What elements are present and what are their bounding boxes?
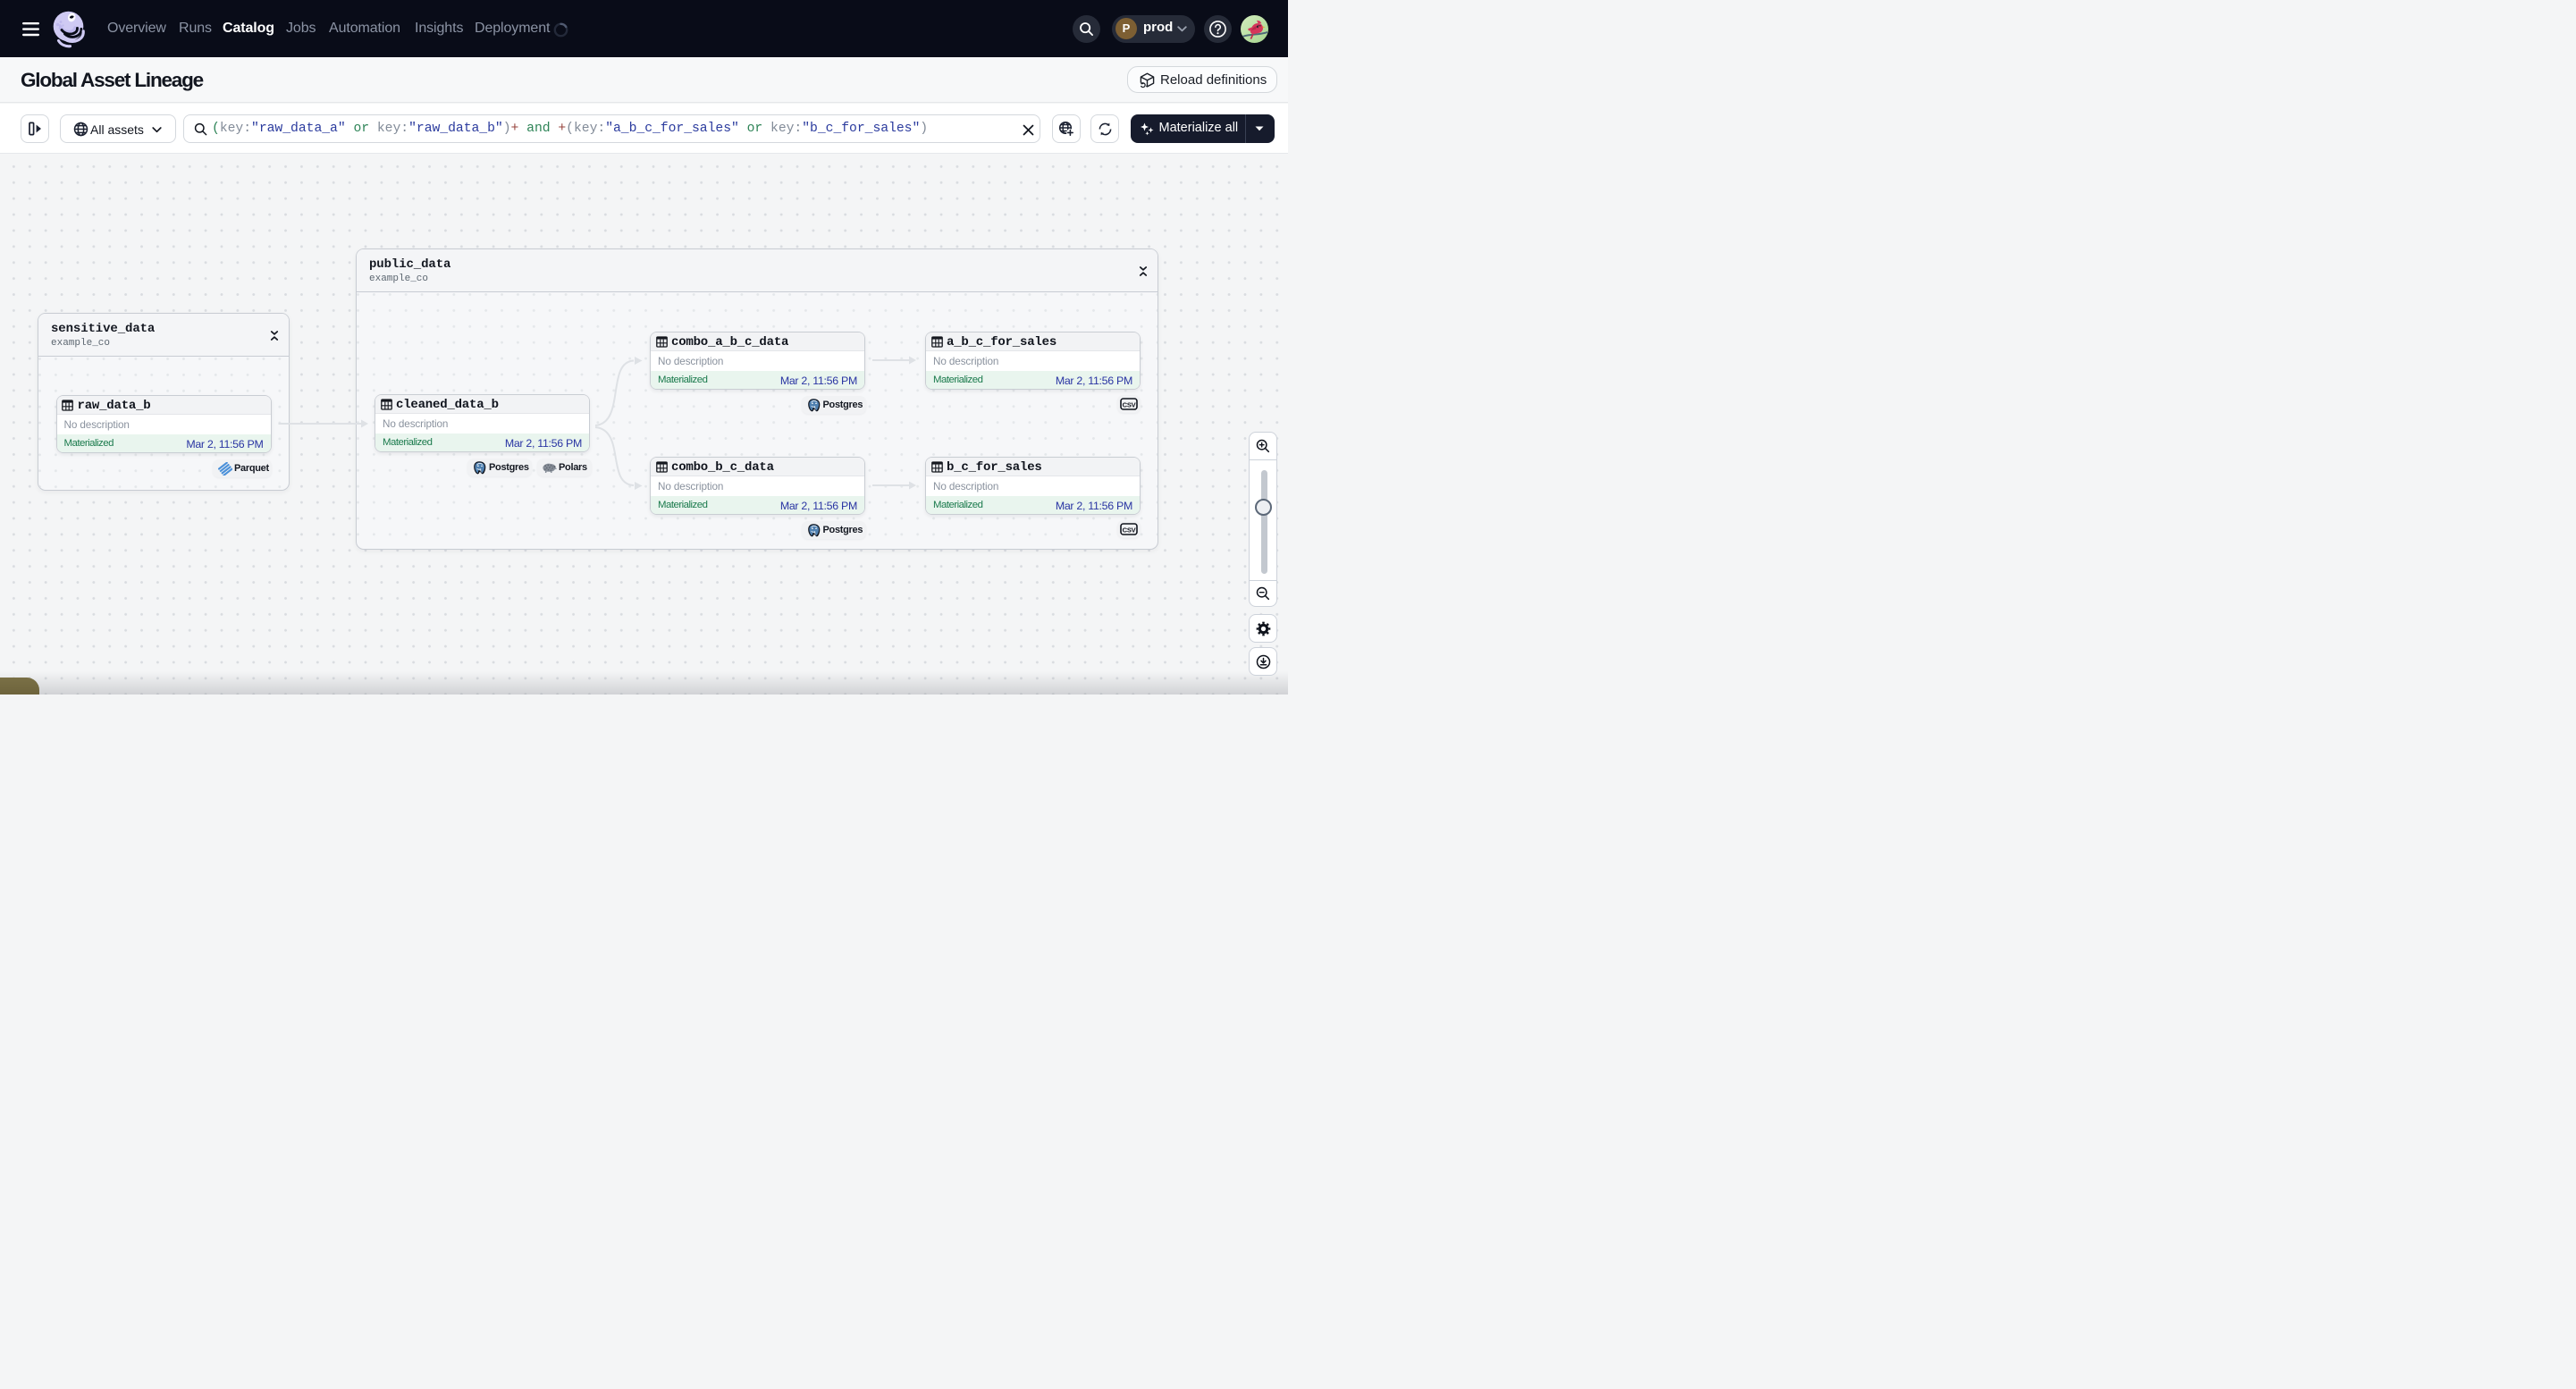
svg-text:CSV: CSV	[1123, 526, 1137, 534]
svg-text:CSV: CSV	[1123, 400, 1137, 408]
